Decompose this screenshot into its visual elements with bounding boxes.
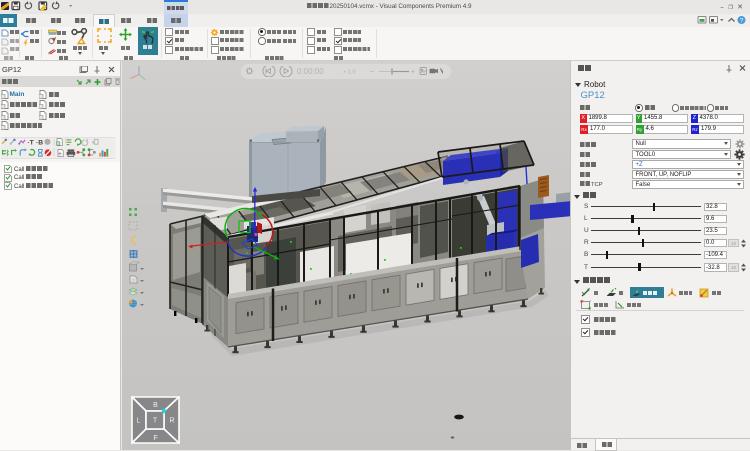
svg-text:·B: ·B: [36, 140, 43, 147]
svg-text:× 1.0: × 1.0: [343, 70, 355, 76]
svg-text:F: F: [153, 435, 157, 442]
svg-text:·T: ·T: [27, 140, 34, 147]
svg-text:B: B: [153, 402, 158, 409]
svg-text:L: L: [137, 418, 141, 425]
svg-text:R: R: [169, 418, 174, 425]
svg-text:0:00:00: 0:00:00: [297, 67, 324, 76]
svg-text:?: ?: [740, 17, 744, 24]
svg-text:T: T: [153, 418, 158, 425]
